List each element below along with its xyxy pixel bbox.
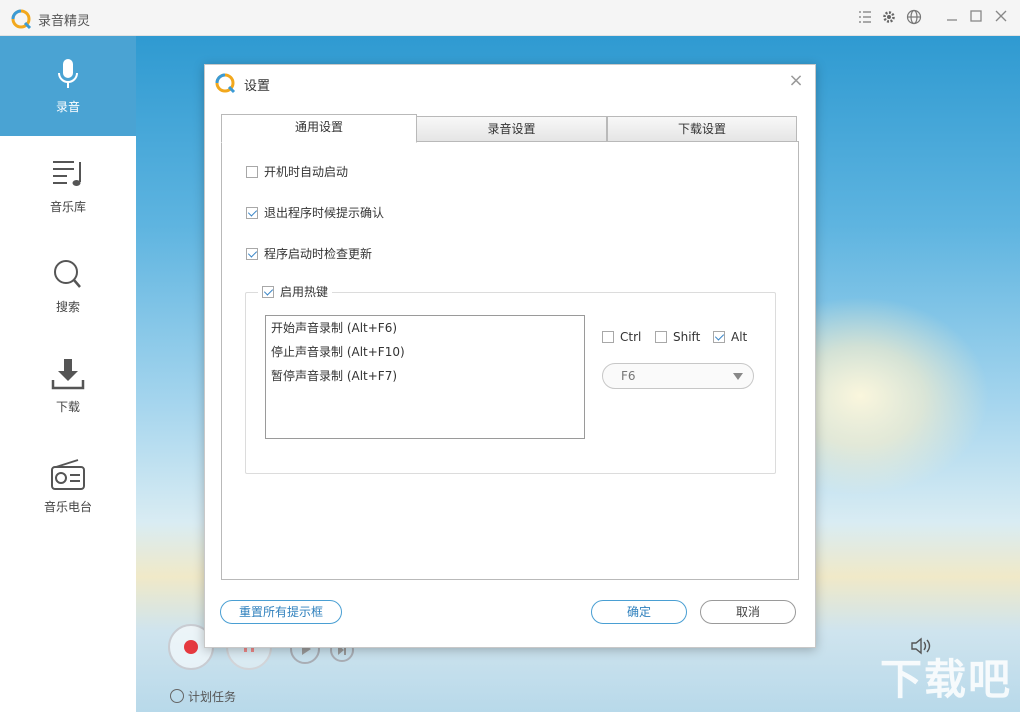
list-item[interactable]: 停止声音录制 (Alt+F10) [271, 342, 405, 362]
tab-download[interactable]: 下载设置 [607, 116, 797, 142]
ok-button[interactable]: 确定 [591, 600, 687, 624]
app-logo-icon [11, 9, 32, 30]
search-icon [54, 260, 81, 288]
checkbox-box[interactable] [262, 286, 274, 298]
sidebar-item-record[interactable]: 录音 [0, 36, 136, 136]
watermark-logo: 下载吧 [880, 655, 1013, 704]
alt-label: Alt [731, 330, 748, 344]
sidebar-item-label: 下载 [55, 400, 80, 414]
checkbox-box[interactable] [655, 331, 667, 343]
tab-general[interactable]: 通用设置 [221, 114, 417, 143]
dialog-title: 设置 [244, 79, 271, 94]
ctrl-label: Ctrl [620, 330, 642, 344]
dialog-logo-icon [215, 73, 236, 94]
chevron-down-icon [733, 373, 743, 380]
reset-prompts-button[interactable]: 重置所有提示框 [220, 600, 342, 624]
list-item[interactable]: 开始声音录制 (Alt+F6) [271, 318, 397, 338]
radio-icon [51, 459, 85, 490]
enable-hotkey-checkbox[interactable]: 启用热键 [258, 284, 333, 300]
hotkey-key-value: F6 [621, 369, 636, 383]
sidebar-item-search[interactable]: 搜索 [0, 236, 136, 336]
app-title: 录音精灵 [38, 14, 91, 29]
hotkey-group: 启用热键 开始声音录制 (Alt+F6) 停止声音录制 (Alt+F10) 暂停… [245, 284, 776, 474]
shift-checkbox[interactable]: Shift [655, 329, 700, 345]
sidebar-item-radio[interactable]: 音乐电台 [0, 436, 136, 536]
checkbox-box[interactable] [602, 331, 614, 343]
title-bar: 录音精灵 [0, 0, 1020, 36]
sidebar-item-label: 音乐电台 [43, 500, 92, 514]
checkbox-box[interactable] [246, 207, 258, 219]
schedule-task-button[interactable]: 计划任务 [170, 688, 236, 705]
tab-recording[interactable]: 录音设置 [416, 116, 607, 142]
clock-icon [170, 689, 184, 703]
auto-start-label: 开机时自动启动 [264, 165, 349, 179]
sidebar-item-label: 录音 [55, 100, 80, 114]
confirm-exit-label: 退出程序时候提示确认 [264, 206, 385, 220]
settings-tabs: 通用设置 录音设置 下载设置 [221, 114, 799, 143]
microphone-icon [58, 59, 78, 88]
auto-start-checkbox[interactable]: 开机时自动启动 [246, 164, 348, 180]
shift-label: Shift [673, 330, 701, 344]
confirm-exit-checkbox[interactable]: 退出程序时候提示确认 [246, 205, 384, 221]
check-update-label: 程序启动时检查更新 [264, 247, 373, 261]
check-update-checkbox[interactable]: 程序启动时检查更新 [246, 246, 372, 262]
checkbox-box[interactable] [246, 166, 258, 178]
list-item[interactable]: 暂停声音录制 (Alt+F7) [271, 366, 397, 386]
minimize-icon[interactable] [943, 9, 961, 27]
hotkey-list[interactable]: 开始声音录制 (Alt+F6) 停止声音录制 (Alt+F10) 暂停声音录制 … [265, 315, 585, 439]
ctrl-checkbox[interactable]: Ctrl [602, 329, 641, 345]
sidebar: 录音 音乐库 搜索 下载 音乐电台 [0, 36, 136, 712]
alt-checkbox[interactable]: Alt [713, 329, 747, 345]
tab-panel-general: 开机时自动启动 退出程序时候提示确认 程序启动时检查更新 启用热键 开始声音录制… [221, 141, 799, 580]
sidebar-item-label: 搜索 [55, 300, 80, 314]
list-icon[interactable] [856, 9, 874, 27]
maximize-icon[interactable] [967, 9, 985, 27]
sidebar-item-music-library[interactable]: 音乐库 [0, 136, 136, 236]
record-dot-icon [184, 640, 198, 654]
hotkey-key-select[interactable]: F6 [602, 363, 754, 389]
cancel-button[interactable]: 取消 [700, 600, 796, 624]
checkbox-box[interactable] [713, 331, 725, 343]
sidebar-item-download[interactable]: 下载 [0, 336, 136, 436]
settings-dialog: 设置 × 通用设置 录音设置 下载设置 开机时自动启动 退出程序时候提示确认 程… [204, 64, 816, 648]
checkbox-box[interactable] [246, 248, 258, 260]
download-icon [51, 359, 85, 390]
gear-icon[interactable] [880, 9, 898, 27]
music-list-icon [53, 161, 81, 186]
dialog-close-icon[interactable]: × [787, 72, 805, 90]
schedule-label: 计划任务 [188, 690, 237, 704]
enable-hotkey-label: 启用热键 [280, 285, 329, 299]
globe-icon[interactable] [905, 9, 923, 27]
sidebar-item-label: 音乐库 [49, 200, 86, 214]
close-icon[interactable] [992, 9, 1010, 27]
